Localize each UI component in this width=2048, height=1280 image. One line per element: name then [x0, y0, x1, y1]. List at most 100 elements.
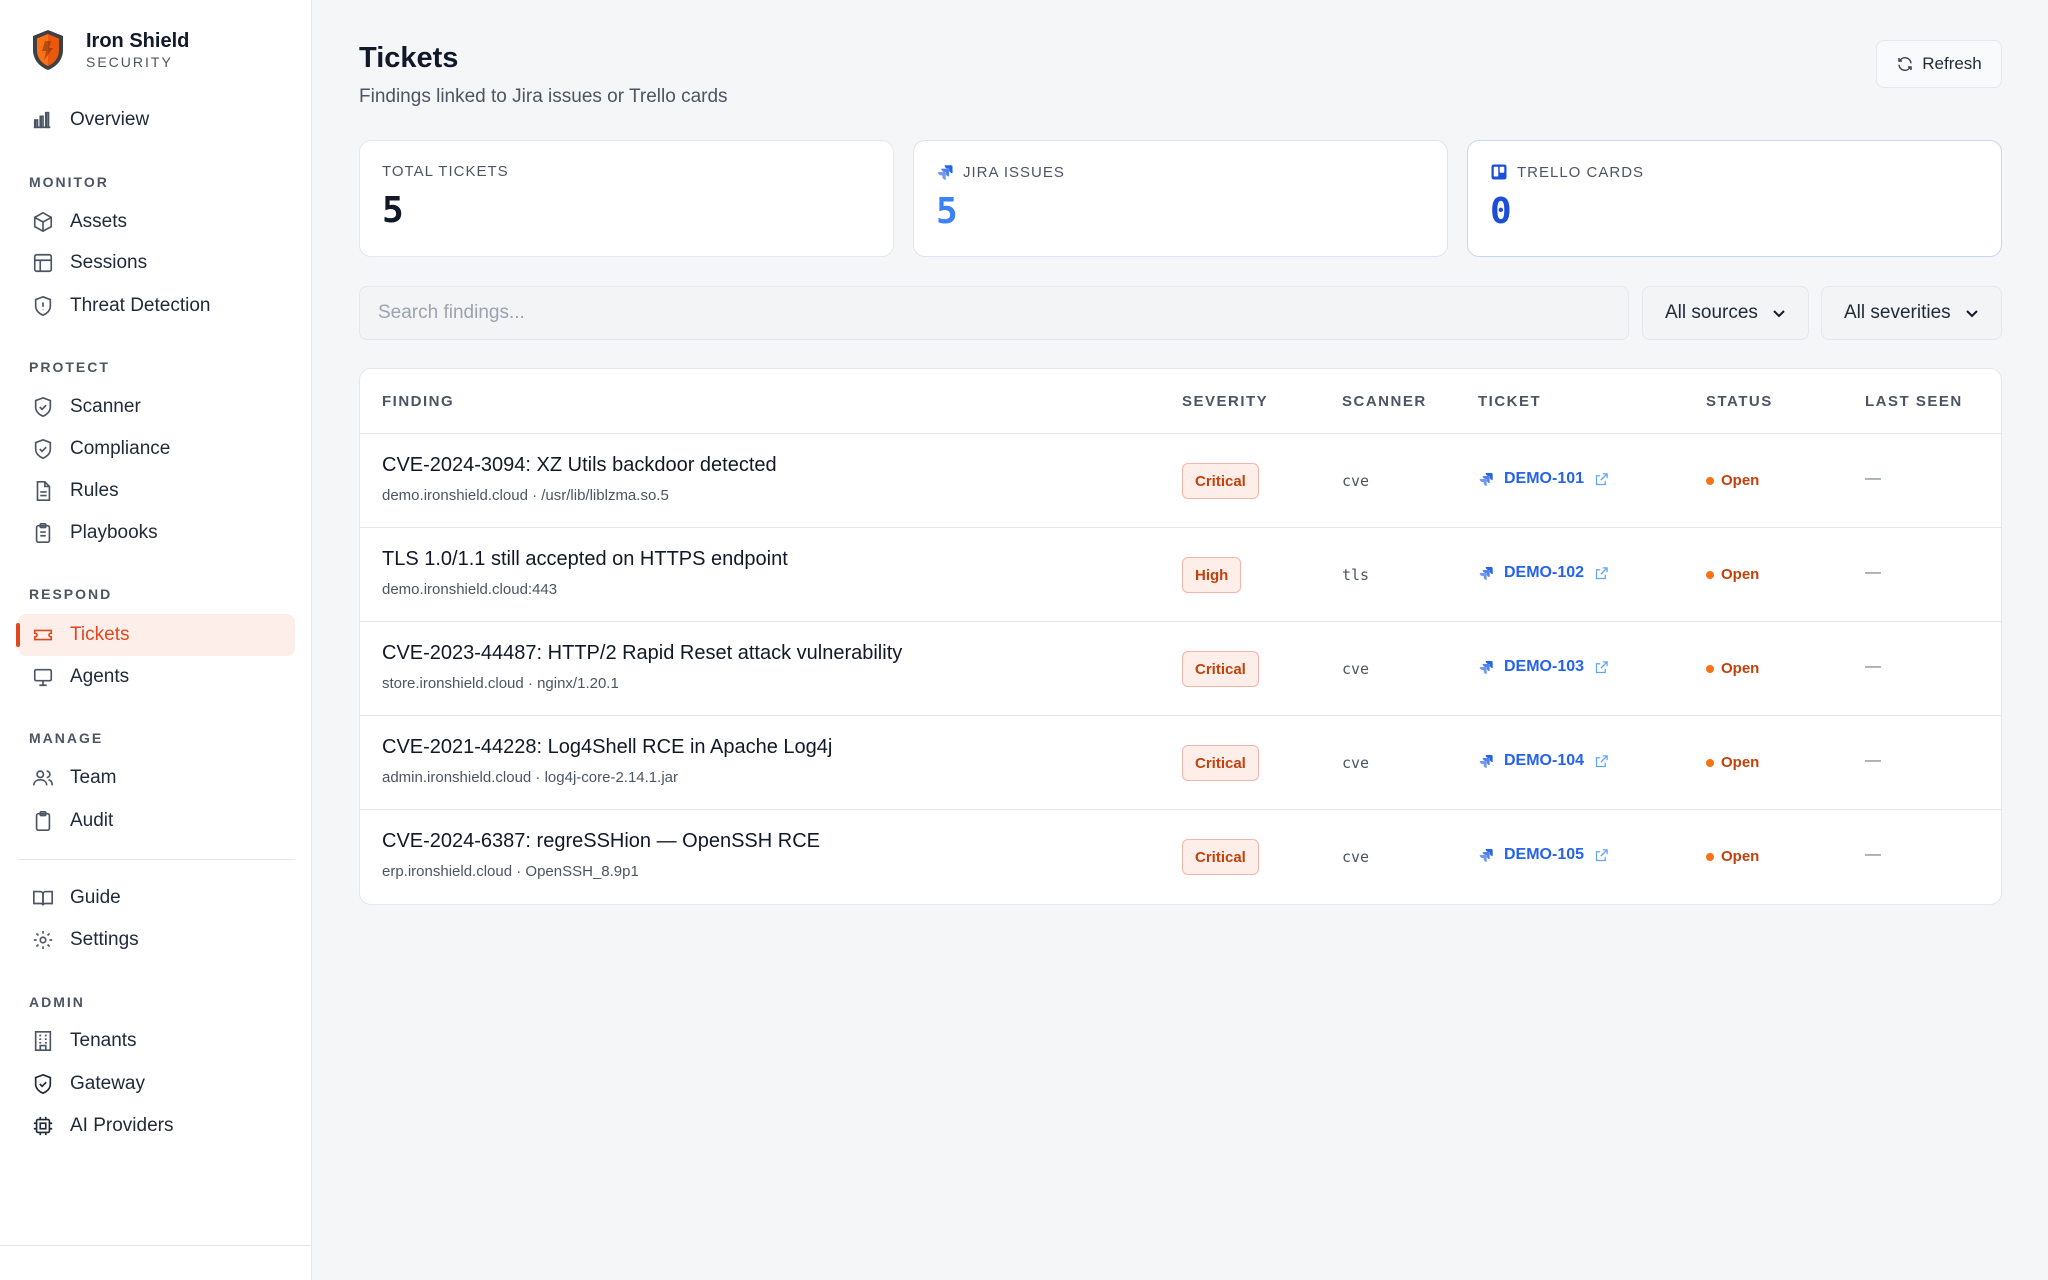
gear-icon [32, 929, 54, 951]
sidebar-item-label: Scanner [70, 396, 141, 417]
bar-chart-icon [32, 109, 54, 131]
refresh-label: Refresh [1922, 54, 1982, 73]
status-label: Open [1721, 660, 1760, 677]
finding-location: erp.ironshield.cloud · OpenSSH_8.9p1 [382, 863, 639, 880]
shield-check-icon [32, 438, 54, 460]
finding-title[interactable]: CVE-2021-44228: Log4Shell RCE in Apache … [382, 736, 832, 759]
chevron-down-icon [1966, 310, 1978, 318]
last-seen: — [1865, 564, 1881, 581]
table-row[interactable]: CVE-2023-44487: HTTP/2 Rapid Reset attac… [360, 622, 2001, 716]
column-header-last-seen[interactable]: LAST SEEN [1865, 393, 1963, 410]
sidebar-item-ai-providers[interactable]: AI Providers [18, 1105, 295, 1147]
sidebar-item-settings[interactable]: Settings [18, 919, 295, 961]
status-label: Open [1721, 754, 1760, 771]
table-row[interactable]: TLS 1.0/1.1 still accepted on HTTPS endp… [360, 528, 2001, 622]
status-dot [1706, 570, 1714, 579]
building-icon [32, 1030, 54, 1052]
status-label: Open [1721, 472, 1760, 489]
sidebar-item-rules[interactable]: Rules [18, 470, 295, 512]
ticket-link[interactable]: DEMO-102 [1478, 564, 1609, 582]
page-title: Tickets [359, 42, 459, 74]
sidebar-item-label: Overview [70, 109, 150, 130]
sidebar-item-agents[interactable]: Agents [18, 656, 295, 698]
severity-badge: Critical [1182, 839, 1259, 875]
finding-title[interactable]: TLS 1.0/1.1 still accepted on HTTPS endp… [382, 548, 788, 571]
sidebar-item-overview[interactable]: Overview [18, 99, 295, 141]
brand-subtitle: SECURITY [86, 54, 173, 70]
table-row[interactable]: CVE-2024-3094: XZ Utils backdoor detecte… [360, 434, 2001, 528]
sidebar-item-team[interactable]: Team [18, 757, 295, 799]
finding-title[interactable]: CVE-2023-44487: HTTP/2 Rapid Reset attac… [382, 642, 902, 665]
shield-logo-icon [33, 30, 63, 70]
status-label: Open [1721, 566, 1760, 583]
sidebar-item-label: Playbooks [70, 522, 158, 543]
sidebar-item-compliance[interactable]: Compliance [18, 428, 295, 470]
ticket-id: DEMO-105 [1504, 846, 1585, 863]
severity-label: Critical [1195, 472, 1246, 490]
sidebar-item-label: Assets [70, 211, 128, 232]
severity-select[interactable]: All severities [1821, 286, 2002, 340]
shield-alert-icon [32, 295, 54, 317]
clipboard-icon [32, 810, 54, 832]
sidebar-item-label: Guide [70, 887, 121, 908]
stat-label: JIRA ISSUES [963, 163, 1065, 181]
ticket-link[interactable]: DEMO-105 [1478, 846, 1609, 864]
column-header-ticket[interactable]: TICKET [1478, 393, 1541, 410]
ticket-link[interactable]: DEMO-103 [1478, 658, 1609, 676]
section-respond: RESPOND [29, 586, 113, 602]
finding-title[interactable]: CVE-2024-3094: XZ Utils backdoor detecte… [382, 454, 777, 477]
sidebar-item-label: Sessions [70, 252, 148, 273]
sidebar-item-sessions[interactable]: Sessions [18, 242, 295, 284]
scanner-name: cve [1342, 660, 1370, 678]
sidebar-item-tickets[interactable]: Tickets [16, 614, 295, 656]
stat-label: TOTAL TICKETS [382, 163, 509, 180]
refresh-button[interactable]: Refresh [1876, 40, 2002, 88]
table-row[interactable]: CVE-2024-6387: regreSSHion — OpenSSH RCE… [360, 810, 2001, 904]
sidebar-item-label: Audit [70, 810, 114, 831]
stat-value: 0 [1490, 191, 1512, 232]
sidebar-item-label: Threat Detection [70, 295, 211, 316]
status-dot [1706, 758, 1714, 767]
sidebar-item-label: Rules [70, 480, 119, 501]
sidebar-item-threat-detection[interactable]: Threat Detection [18, 285, 295, 327]
ticket-link[interactable]: DEMO-101 [1478, 470, 1609, 488]
brand[interactable]: Iron Shield SECURITY [30, 28, 189, 72]
table-row[interactable]: CVE-2021-44228: Log4Shell RCE in Apache … [360, 716, 2001, 810]
column-header-severity[interactable]: SEVERITY [1182, 393, 1268, 410]
stat-card-jira: JIRA ISSUES 5 [913, 140, 1448, 257]
finding-title[interactable]: CVE-2024-6387: regreSSHion — OpenSSH RCE [382, 830, 820, 853]
finding-location: demo.ironshield.cloud · /usr/lib/liblzma… [382, 487, 669, 504]
sidebar-item-guide[interactable]: Guide [18, 877, 295, 919]
scanner-name: tls [1342, 566, 1370, 584]
ticket-id: DEMO-101 [1504, 470, 1585, 487]
sidebar-item-tenants[interactable]: Tenants [18, 1020, 295, 1062]
sidebar-item-scanner[interactable]: Scanner [18, 386, 295, 428]
sidebar-item-label: Gateway [70, 1073, 145, 1094]
severity-label: Critical [1195, 848, 1246, 866]
status-label: Open [1721, 848, 1760, 865]
search-input[interactable] [359, 286, 1629, 340]
sidebar-item-playbooks[interactable]: Playbooks [18, 512, 295, 554]
status-badge: Open [1706, 472, 1759, 489]
section-manage: MANAGE [29, 730, 104, 746]
status-badge: Open [1706, 754, 1759, 771]
jira-icon [1479, 755, 1493, 768]
brand-name: Iron Shield [86, 30, 190, 52]
column-header-finding[interactable]: FINDING [382, 393, 454, 410]
ticket-icon [32, 624, 54, 646]
ticket-link[interactable]: DEMO-104 [1478, 752, 1609, 770]
sidebar-item-assets[interactable]: Assets [18, 201, 295, 243]
column-header-status[interactable]: STATUS [1706, 393, 1773, 410]
severity-label: High [1195, 566, 1229, 584]
file-icon [32, 480, 54, 502]
status-badge: Open [1706, 566, 1759, 583]
column-header-scanner[interactable]: SCANNER [1342, 393, 1427, 410]
source-select[interactable]: All sources [1642, 286, 1809, 340]
sidebar: Iron Shield SECURITY Overview MONITOR As… [0, 0, 312, 1280]
sidebar-item-audit[interactable]: Audit [18, 800, 295, 842]
sidebar-item-label: Tickets [70, 624, 130, 645]
scanner-name: cve [1342, 848, 1370, 866]
jira-icon [1479, 473, 1493, 486]
sidebar-item-gateway[interactable]: Gateway [18, 1063, 295, 1105]
stat-label-row: JIRA ISSUES [936, 163, 1447, 181]
